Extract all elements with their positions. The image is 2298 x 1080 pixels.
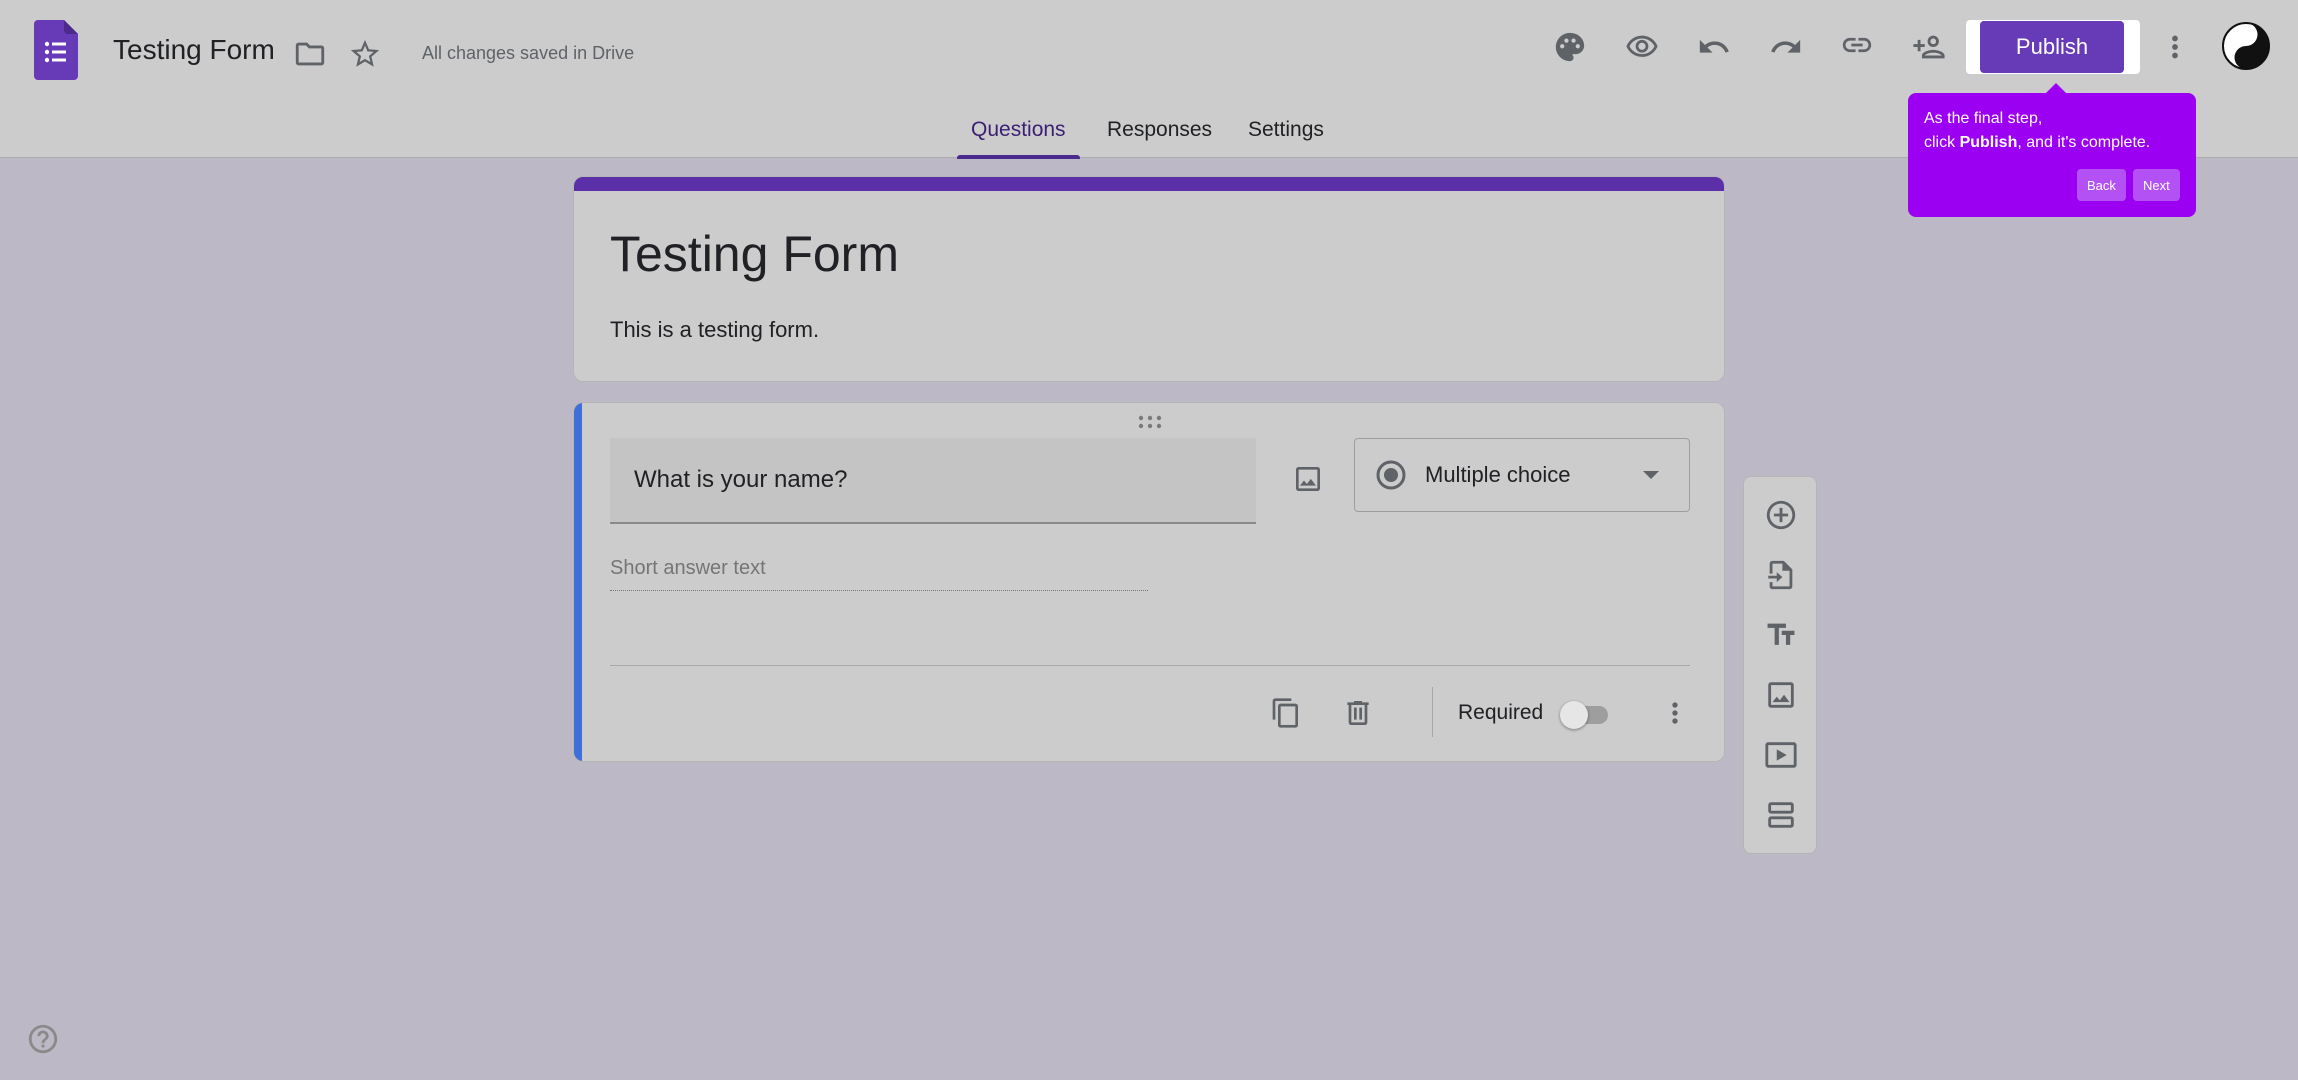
footer-separator: [1432, 687, 1433, 737]
add-image-side-icon[interactable]: [1757, 671, 1805, 719]
add-person-icon[interactable]: [1905, 23, 1953, 71]
toggle-thumb: [1560, 701, 1588, 729]
avatar[interactable]: [2222, 22, 2270, 70]
question-type-select[interactable]: Multiple choice: [1354, 438, 1690, 512]
add-image-icon[interactable]: [1284, 455, 1332, 503]
document-title[interactable]: Testing Form: [113, 34, 275, 66]
form-title-card[interactable]: Testing Form This is a testing form.: [573, 176, 1725, 382]
tooltip-back-button[interactable]: Back: [2077, 169, 2126, 201]
form-title[interactable]: Testing Form: [610, 225, 899, 283]
star-icon[interactable]: [341, 30, 389, 78]
more-vert-icon[interactable]: [2151, 23, 2199, 71]
redo-icon[interactable]: [1762, 23, 1810, 71]
add-question-icon[interactable]: [1757, 491, 1805, 539]
tooltip-publish-word: Publish: [1959, 134, 2018, 151]
side-toolbar: [1743, 476, 1817, 854]
tooltip-next-button[interactable]: Next: [2133, 169, 2180, 201]
tab-responses[interactable]: Responses: [1107, 118, 1212, 158]
drag-handle-icon[interactable]: [1136, 413, 1164, 431]
question-footer-divider: [610, 665, 1690, 666]
undo-icon[interactable]: [1690, 23, 1738, 71]
title-card-accent: [574, 177, 1724, 191]
required-label: Required: [1458, 701, 1544, 724]
save-status: All changes saved in Drive: [422, 43, 635, 63]
import-questions-icon[interactable]: [1757, 551, 1805, 599]
tooltip-line-2: click Publish, and it's complete.: [1924, 134, 2151, 151]
publish-highlight: Publish: [1966, 20, 2140, 74]
delete-icon[interactable]: [1334, 689, 1382, 737]
chevron-down-icon: [1643, 471, 1659, 479]
form-description[interactable]: This is a testing form.: [610, 317, 819, 343]
eye-icon[interactable]: [1618, 23, 1666, 71]
add-section-icon[interactable]: [1757, 791, 1805, 839]
tab-settings[interactable]: Settings: [1248, 118, 1324, 158]
add-title-icon[interactable]: [1757, 611, 1805, 659]
question-input[interactable]: What is your name?: [610, 438, 1256, 524]
radio-button-icon: [1376, 460, 1406, 490]
link-icon[interactable]: [1833, 21, 1881, 69]
duplicate-icon[interactable]: [1262, 689, 1310, 737]
required-toggle[interactable]: [1560, 701, 1610, 729]
help-icon[interactable]: [26, 1022, 60, 1056]
question-type-label: Multiple choice: [1425, 462, 1571, 487]
publish-button[interactable]: Publish: [1980, 21, 2124, 73]
short-answer-placeholder: Short answer text: [610, 557, 1148, 591]
tab-questions[interactable]: Questions: [957, 118, 1080, 159]
folder-icon[interactable]: [286, 30, 334, 78]
question-card[interactable]: What is your name? Multiple choice Short…: [573, 402, 1725, 762]
add-video-icon[interactable]: [1757, 731, 1805, 779]
tooltip-line-1: As the final step,: [1924, 110, 2043, 127]
palette-icon[interactable]: [1546, 23, 1594, 71]
forms-logo[interactable]: [34, 20, 78, 80]
question-active-bar: [574, 403, 582, 761]
onboarding-tooltip: As the final step, click Publish, and it…: [1908, 83, 2196, 217]
question-more-icon[interactable]: [1651, 689, 1699, 737]
